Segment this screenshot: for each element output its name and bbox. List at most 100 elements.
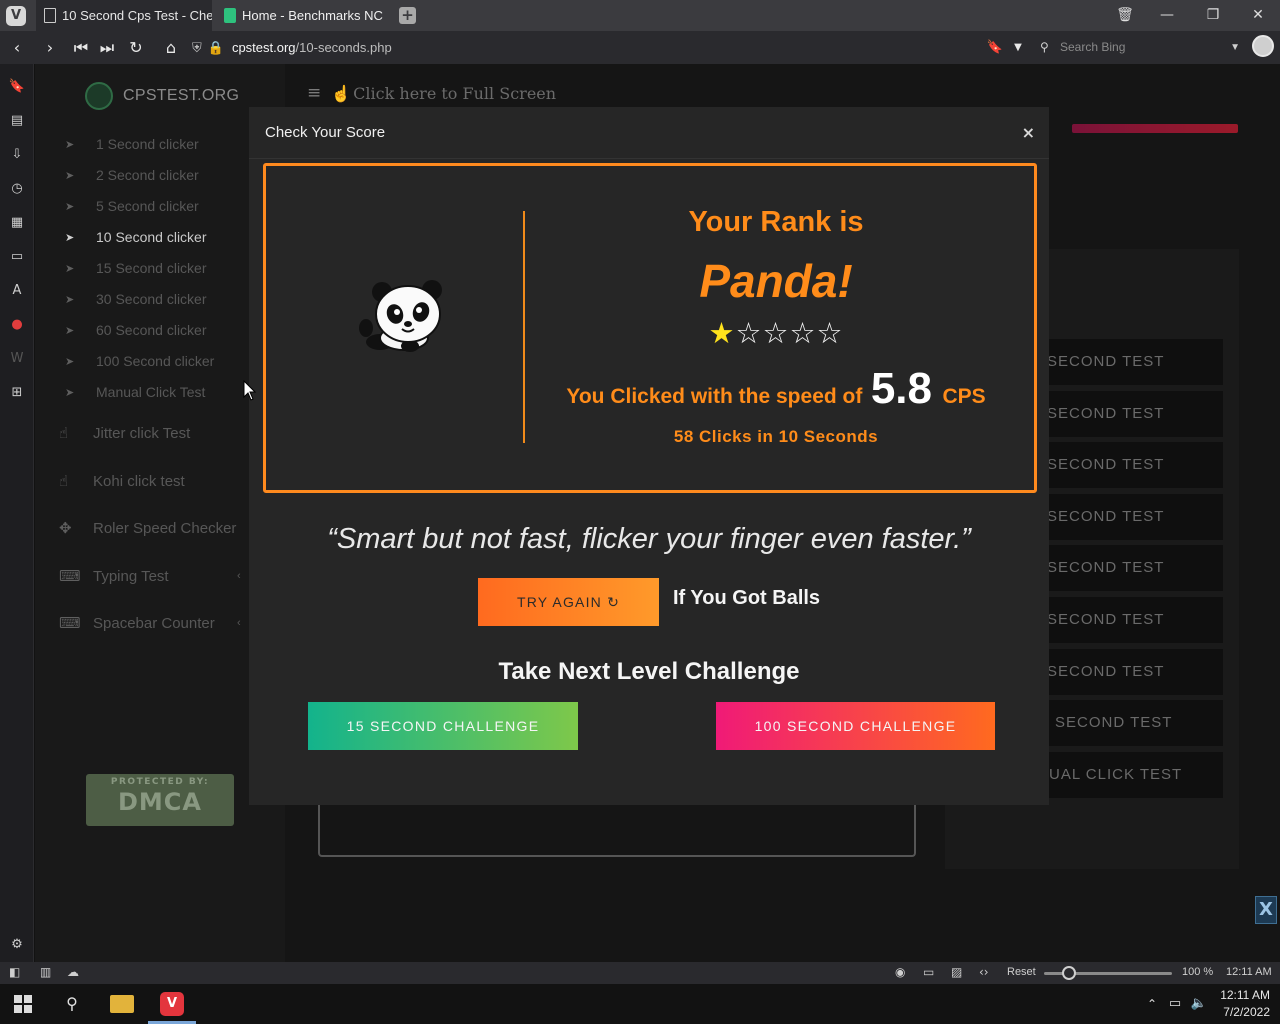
vivaldi-menu-icon[interactable]: V (6, 6, 26, 26)
taskbar-clock[interactable]: 12:11 AM 7/2/2022 (1210, 987, 1270, 1021)
test-button[interactable]: SECOND TEST (1035, 391, 1223, 437)
speed-unit: CPS (942, 385, 986, 408)
window-panel-icon[interactable]: ▭ (8, 248, 26, 266)
new-tab-icon[interactable]: + (399, 7, 416, 24)
nav-15-second[interactable]: ➤ 15 Second clicker (65, 257, 207, 279)
chevron-up-icon[interactable]: ⌃ (1140, 992, 1164, 1016)
nav-100-second[interactable]: ➤ 100 Second clicker (65, 350, 214, 372)
close-ad-button[interactable]: X (1255, 896, 1277, 924)
zoom-reset-link[interactable]: Reset (1007, 966, 1036, 978)
close-icon[interactable]: × (1022, 123, 1035, 142)
tab-title: Home - Benchmarks NC (242, 8, 383, 23)
forward-icon[interactable]: › (39, 37, 61, 59)
star-empty-icons: ☆☆☆☆ (735, 316, 844, 350)
test-button[interactable]: SECOND TEST (1035, 339, 1223, 385)
cursor-icon: ➤ (65, 230, 75, 244)
nav-5-second[interactable]: ➤ 5 Second clicker (65, 195, 199, 217)
code-icon[interactable]: ‹› (979, 965, 989, 979)
test-button[interactable]: SECOND TEST (1035, 442, 1223, 488)
chevron-down-icon[interactable]: ▼ (1230, 35, 1240, 60)
images-icon[interactable]: ▨ (951, 965, 962, 979)
nav-30-second[interactable]: ➤ 30 Second clicker (65, 288, 207, 310)
score-box: Your Rank is Panda! ★☆☆☆☆ You Clicked wi… (263, 163, 1037, 493)
test-button[interactable]: SECOND TEST (1035, 597, 1223, 643)
address-bar: ‹ › ⏮ ⏭ ↻ ⌂ ⛨ 🔒 cpstest.org/10-seconds.php… (0, 31, 1280, 64)
dmca-badge[interactable]: PROTECTED BY: DMCA (86, 774, 234, 826)
minimize-icon[interactable]: — (1147, 0, 1187, 31)
nav-kohi-click[interactable]: ☝ Kohi click test (59, 470, 185, 492)
test-button[interactable]: SECOND TEST (1035, 649, 1223, 695)
modal-title: Check Your Score (265, 124, 386, 141)
test-button[interactable]: SECOND TEST (1035, 700, 1223, 746)
search-icon[interactable]: ⚲ (60, 992, 84, 1016)
chevron-down-icon[interactable]: ▼ (1007, 37, 1029, 59)
nav-jitter-click[interactable]: ☝ Jitter click Test (59, 422, 190, 444)
settings-gear-icon[interactable]: ⚙ (8, 936, 26, 954)
chevron-left-icon: ‹ (237, 570, 241, 582)
zoom-slider-handle[interactable] (1062, 966, 1076, 980)
site-brand[interactable]: CPSTEST.ORG (85, 82, 239, 110)
downloads-icon[interactable]: ⇩ (8, 146, 26, 164)
add-panel-icon[interactable]: ⊞ (8, 384, 26, 402)
nav-10-second[interactable]: ➤ 10 Second clicker (65, 226, 207, 248)
bookmarks-panel-icon[interactable]: 🔖 (8, 78, 26, 96)
history-icon[interactable]: ◷ (8, 180, 26, 198)
lock-icon: 🔒 (207, 40, 224, 55)
try-again-button[interactable]: TRY AGAIN ↻ (478, 578, 659, 626)
challenge-100-button[interactable]: 100 SECOND CHALLENGE (716, 702, 995, 750)
url-field[interactable]: ⛨ 🔒 cpstest.org/10-seconds.php (192, 35, 1028, 60)
wikipedia-icon[interactable]: W (8, 350, 26, 368)
network-icon[interactable]: ▭ (1163, 992, 1187, 1016)
test-button[interactable]: SECOND TEST (1035, 545, 1223, 591)
challenge-15-button[interactable]: 15 SECOND CHALLENGE (308, 702, 578, 750)
reload-icon[interactable]: ↻ (125, 37, 147, 59)
sync-cloud-icon[interactable]: ☁ (67, 965, 79, 979)
nav-2-second[interactable]: ➤ 2 Second clicker (65, 164, 199, 186)
nav-typing-test[interactable]: ⌨ Typing Test ‹ (59, 565, 241, 587)
test-button[interactable]: UAL CLICK TEST (1035, 752, 1223, 798)
file-explorer-icon[interactable] (110, 995, 134, 1013)
clicks-summary: 58 Clicks in 10 Seconds (673, 427, 879, 446)
panel-toggle-icon[interactable]: ◧ (9, 965, 20, 979)
page-tiling-icon[interactable]: ▭ (923, 965, 934, 979)
notes-icon[interactable]: ▦ (8, 214, 26, 232)
fullscreen-link[interactable]: Click here to Full Screen (353, 84, 556, 103)
capture-icon[interactable]: ◉ (895, 965, 905, 979)
rewind-icon[interactable]: ⏮ (70, 37, 92, 59)
home-icon[interactable]: ⌂ (160, 37, 182, 59)
translate-icon[interactable]: A (8, 282, 26, 300)
fast-forward-icon[interactable]: ⏭ (96, 37, 118, 59)
screen: V 10 Second Cps Test - Check Home - Benc… (0, 0, 1280, 1024)
restore-icon[interactable]: ❐ (1193, 0, 1233, 31)
rating-stars: ★☆☆☆☆ (546, 316, 1006, 350)
nav-60-second[interactable]: ➤ 60 Second clicker (65, 319, 207, 341)
tab-tiling-icon[interactable]: ▥ (40, 965, 51, 979)
tab-cps-test[interactable]: 10 Second Cps Test - Check (36, 0, 212, 31)
score-divider (523, 211, 525, 443)
vivaldi-taskbar-icon[interactable]: V (160, 992, 184, 1016)
vivaldi-panel-icon[interactable]: ● (8, 316, 26, 334)
fullscreen-bar[interactable]: ≡ ☝ Click here to Full Screen (307, 82, 556, 104)
nav-1-second[interactable]: ➤ 1 Second clicker (65, 133, 199, 155)
volume-icon[interactable]: 🔈 (1187, 992, 1211, 1016)
tab-benchmarks[interactable]: Home - Benchmarks NC (216, 0, 394, 31)
bookmark-icon[interactable]: 🔖 (984, 37, 1006, 59)
close-window-icon[interactable]: ✕ (1238, 0, 1278, 31)
windows-start-icon[interactable] (14, 995, 32, 1013)
nav-label: 10 Second clicker (96, 229, 207, 245)
nav-roler-speed[interactable]: ✥ Roler Speed Checker (59, 517, 236, 539)
nav-manual-click[interactable]: ➤ Manual Click Test (65, 381, 205, 403)
search-field[interactable]: ⚲ Search Bing ▼ (1034, 35, 1244, 60)
profile-avatar[interactable] (1252, 35, 1274, 57)
reading-list-icon[interactable]: ▤ (8, 112, 26, 130)
back-icon[interactable]: ‹ (6, 37, 28, 59)
nav-spacebar-counter[interactable]: ⌨ Spacebar Counter ‹ (59, 612, 241, 634)
mouse-logo-icon (85, 82, 113, 110)
hamburger-menu-icon[interactable]: ≡ (307, 83, 321, 103)
nav-label: Roler Speed Checker (93, 519, 237, 537)
trash-icon[interactable]: 🗑 (1105, 0, 1145, 31)
zoom-level: 100 % (1182, 966, 1214, 978)
pointer-icon: ☝ (331, 83, 352, 103)
test-button[interactable]: SECOND TEST (1035, 494, 1223, 540)
shield-icon: ⛨ (192, 40, 202, 55)
